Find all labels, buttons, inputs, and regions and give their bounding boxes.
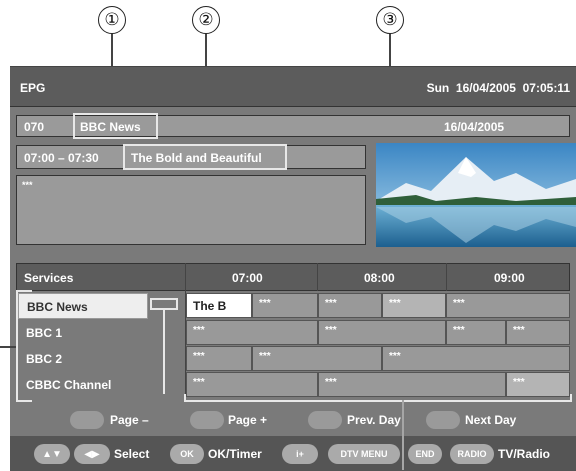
callout-3: ③ — [376, 6, 404, 34]
epg-header: EPG Sun 16/04/2005 07:05:11 — [10, 67, 576, 107]
programme-cell[interactable]: The B — [186, 293, 252, 318]
programme-cell[interactable]: *** — [446, 320, 506, 345]
service-bbc-1[interactable]: BBC 1 — [18, 320, 184, 346]
prev-day-label: Prev. Day — [347, 413, 401, 427]
blue-button[interactable] — [426, 411, 460, 429]
scrollbar-line — [163, 310, 165, 394]
grid-divider-2 — [317, 263, 318, 291]
service-bbc-2[interactable]: BBC 2 — [18, 346, 184, 372]
programme-cell[interactable]: *** — [252, 293, 318, 318]
programme-cell[interactable]: *** — [186, 346, 252, 371]
programme-cell[interactable]: *** — [506, 320, 570, 345]
description-text: *** — [22, 180, 33, 190]
radio-button[interactable]: RADIO — [450, 444, 494, 464]
tv-radio-label: TV/Radio — [498, 447, 551, 461]
callout-1: ① — [98, 6, 126, 34]
epg-screen: EPG Sun 16/04/2005 07:05:11 070 BBC News… — [10, 66, 576, 471]
programme-title: The Bold and Beautiful — [131, 151, 262, 165]
programme-cell[interactable]: *** — [446, 293, 570, 318]
services-header: Services — [24, 271, 74, 285]
callout-left-leader — [0, 346, 16, 348]
channel-name: BBC News — [80, 120, 141, 134]
programme-cell[interactable]: *** — [252, 346, 382, 371]
dtv-menu-button[interactable]: DTV MENU — [328, 444, 400, 464]
service-bbc-news[interactable]: BBC News — [18, 293, 148, 319]
page-minus-label: Page – — [110, 413, 149, 427]
bottom-bar: ▲▼ ◀▶ Select OK OK/Timer i+ DTV MENU END… — [10, 436, 576, 471]
info-button[interactable]: i+ — [282, 444, 318, 464]
date-time: Sun 16/04/2005 07:05:11 — [426, 81, 570, 95]
info-date: 16/04/2005 — [444, 120, 505, 134]
next-day-label: Next Day — [465, 413, 517, 427]
preview-image — [376, 143, 576, 247]
page-plus-label: Page + — [228, 413, 268, 427]
left-right-arrow-icon[interactable]: ◀▶ — [74, 444, 110, 464]
grid-header — [16, 263, 570, 291]
epg-title: EPG — [20, 81, 46, 95]
service-list-highlight — [16, 290, 32, 402]
up-down-arrow-icon[interactable]: ▲▼ — [34, 444, 70, 464]
programme-cell[interactable]: *** — [318, 320, 446, 345]
red-button[interactable] — [70, 411, 104, 429]
scrollbar-box[interactable] — [150, 298, 178, 310]
channel-number: 070 — [24, 120, 45, 134]
programme-cell[interactable]: *** — [382, 346, 570, 371]
select-label: Select — [114, 447, 150, 461]
bottom-highlight-leader — [402, 400, 404, 470]
service-cbbc[interactable]: CBBC Channel — [18, 372, 184, 398]
service-label: CBBC Channel — [26, 378, 112, 392]
ok-button[interactable]: OK — [170, 444, 204, 464]
time-col-1: 07:00 — [232, 271, 263, 285]
green-button[interactable] — [190, 411, 224, 429]
description-box — [16, 175, 366, 245]
service-label: BBC News — [27, 300, 88, 314]
time-col-2: 08:00 — [364, 271, 395, 285]
yellow-button[interactable] — [308, 411, 342, 429]
programme-cell[interactable]: *** — [382, 293, 446, 318]
grid-highlight — [184, 394, 572, 402]
ok-timer-label: OK/Timer — [208, 447, 262, 461]
programme-cell[interactable]: *** — [318, 293, 382, 318]
end-button[interactable]: END — [408, 444, 442, 464]
time-col-3: 09:00 — [494, 271, 525, 285]
programme-cell[interactable]: *** — [186, 320, 318, 345]
time-range: 07:00 – 07:30 — [24, 151, 99, 165]
grid-divider-3 — [446, 263, 447, 291]
callout-2: ② — [192, 6, 220, 34]
